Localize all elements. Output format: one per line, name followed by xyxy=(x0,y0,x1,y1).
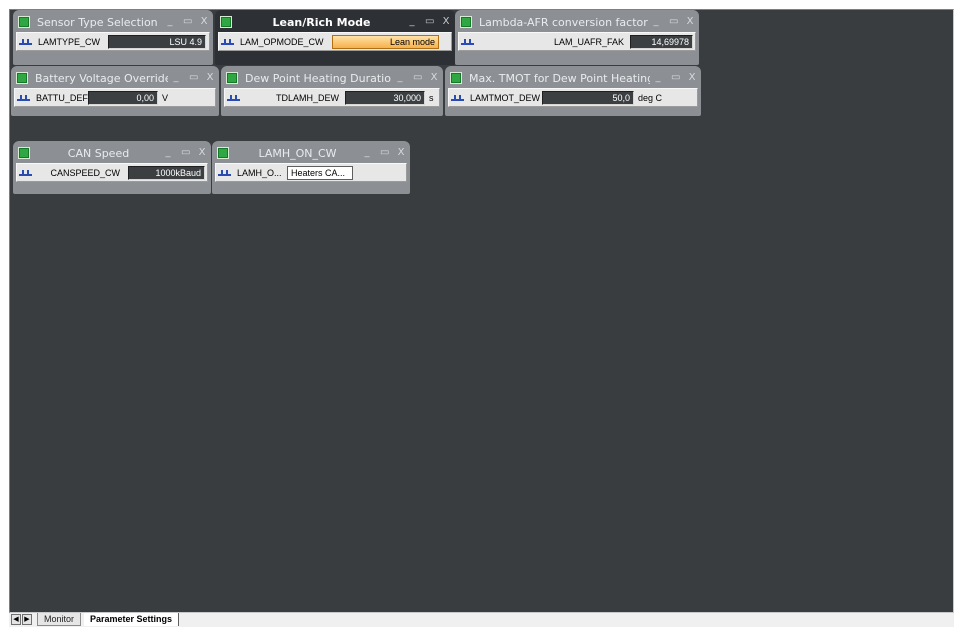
maximize-icon[interactable]: ▭ xyxy=(413,73,422,83)
minimize-icon[interactable]: _ xyxy=(363,148,371,158)
titlebar[interactable]: LAMH_ON_CW _ ▭ X xyxy=(215,143,407,163)
window-icon xyxy=(16,72,28,84)
minimize-icon[interactable]: _ xyxy=(164,148,172,158)
calibration-icon xyxy=(227,94,240,101)
window-icon xyxy=(220,16,232,28)
titlebar[interactable]: Max. TMOT for Dew Point Heating _ ▭ X xyxy=(448,68,698,88)
titlebar[interactable]: CAN Speed _ ▭ X xyxy=(16,143,208,163)
window-icon xyxy=(18,147,30,159)
maximize-icon[interactable]: ▭ xyxy=(425,17,434,27)
maximize-icon[interactable]: ▭ xyxy=(671,73,680,83)
lamh-on-value[interactable]: Heaters CA... xyxy=(287,165,353,180)
tab-monitor[interactable]: Monitor xyxy=(37,613,82,626)
window-icon xyxy=(450,72,462,84)
param-row: TDLAMH_DEW 30,000 s xyxy=(224,88,440,107)
unit-label: deg C xyxy=(638,92,663,103)
unit-label: V xyxy=(162,92,169,103)
titlebar[interactable]: Sensor Type Selection _ ▭ X xyxy=(16,12,210,32)
window-icon xyxy=(226,72,238,84)
calibration-icon xyxy=(461,38,474,45)
param-label: LAMTYPE_CW xyxy=(38,36,101,47)
param-label: LAM_UAFR_FAK xyxy=(553,36,624,47)
calibration-icon xyxy=(218,169,231,176)
maximize-icon[interactable]: ▭ xyxy=(183,17,192,27)
panel-title: Lambda-AFR conversion factor xyxy=(479,15,648,29)
minimize-icon[interactable]: _ xyxy=(654,73,662,83)
tab-parameter-settings[interactable]: Parameter Settings xyxy=(84,613,180,626)
maximize-icon[interactable]: ▭ xyxy=(669,17,678,27)
param-label: BATTU_DEF xyxy=(36,92,88,103)
max-tmot-value[interactable]: 50,0 xyxy=(542,90,634,105)
titlebar[interactable]: Battery Voltage Override _ ▭ X xyxy=(14,68,216,88)
minimize-icon[interactable]: _ xyxy=(652,17,660,27)
panel-lamh-on[interactable]: LAMH_ON_CW _ ▭ X LAMH_O... Heaters CA... xyxy=(212,141,410,194)
unit-label: s xyxy=(429,92,434,103)
maximize-icon[interactable]: ▭ xyxy=(181,148,190,158)
tab-scroll-left-icon[interactable]: ◀ xyxy=(11,614,21,625)
close-icon[interactable]: X xyxy=(686,17,694,27)
param-row: LAM_UAFR_FAK 14,69978 xyxy=(458,32,696,51)
minimize-icon[interactable]: _ xyxy=(166,17,174,27)
calibration-icon xyxy=(221,38,234,45)
close-icon[interactable]: X xyxy=(430,73,438,83)
panel-max-tmot[interactable]: Max. TMOT for Dew Point Heating _ ▭ X LA… xyxy=(445,66,701,116)
dew-point-value[interactable]: 30,000 xyxy=(345,90,425,105)
panel-title: Dew Point Heating Duration xyxy=(245,71,392,85)
param-label: TDLAMH_DEW xyxy=(275,92,339,103)
panel-title: CAN Speed xyxy=(67,146,130,160)
calibration-icon xyxy=(17,94,30,101)
sensor-type-value[interactable]: LSU 4.9 xyxy=(108,34,206,49)
param-row: BATTU_DEF 0,00 V xyxy=(14,88,216,107)
minimize-icon[interactable]: _ xyxy=(172,73,180,83)
calibration-icon xyxy=(451,94,464,101)
close-icon[interactable]: X xyxy=(198,148,206,158)
param-row: LAM_OPMODE_CW Lean mode xyxy=(218,32,452,51)
sheet-tab-bar: ◀ ▶ Monitor Parameter Settings xyxy=(9,613,954,627)
titlebar[interactable]: Lambda-AFR conversion factor _ ▭ X xyxy=(458,12,696,32)
calibration-icon xyxy=(19,169,32,176)
calibration-icon xyxy=(19,38,32,45)
panel-lean-rich[interactable]: Lean/Rich Mode _ ▭ X LAM_OPMODE_CW Lean … xyxy=(215,10,455,65)
close-icon[interactable]: X xyxy=(200,17,208,27)
can-speed-value[interactable]: 1000kBaud xyxy=(128,165,205,180)
workspace: Sensor Type Selection _ ▭ X LAMTYPE_CW L… xyxy=(9,9,954,613)
lambda-afr-value[interactable]: 14,69978 xyxy=(630,34,693,49)
maximize-icon[interactable]: ▭ xyxy=(189,73,198,83)
param-label: LAMTMOT_DEW xyxy=(470,92,541,103)
param-row: LAMTMOT_DEW 50,0 deg C xyxy=(448,88,698,107)
maximize-icon[interactable]: ▭ xyxy=(380,148,389,158)
panel-title: Sensor Type Selection xyxy=(37,15,158,29)
panel-sensor-type[interactable]: Sensor Type Selection _ ▭ X LAMTYPE_CW L… xyxy=(13,10,213,65)
panel-battery-voltage[interactable]: Battery Voltage Override _ ▭ X BATTU_DEF… xyxy=(11,66,219,116)
panel-title: LAMH_ON_CW xyxy=(258,146,337,160)
param-row: LAMTYPE_CW LSU 4.9 xyxy=(16,32,210,51)
param-label: CANSPEED_CW xyxy=(50,167,120,178)
panel-lambda-afr[interactable]: Lambda-AFR conversion factor _ ▭ X LAM_U… xyxy=(455,10,699,65)
param-row: LAMH_O... Heaters CA... xyxy=(215,163,407,182)
minimize-icon[interactable]: _ xyxy=(408,17,416,27)
close-icon[interactable]: X xyxy=(442,17,450,27)
battery-voltage-value[interactable]: 0,00 xyxy=(88,90,158,105)
panel-title: Battery Voltage Override xyxy=(35,71,168,85)
param-label: LAM_OPMODE_CW xyxy=(240,36,324,47)
panel-can-speed[interactable]: CAN Speed _ ▭ X CANSPEED_CW 1000kBaud xyxy=(13,141,211,194)
titlebar[interactable]: Dew Point Heating Duration _ ▭ X xyxy=(224,68,440,88)
close-icon[interactable]: X xyxy=(206,73,214,83)
minimize-icon[interactable]: _ xyxy=(396,73,404,83)
close-icon[interactable]: X xyxy=(397,148,405,158)
panel-dew-point[interactable]: Dew Point Heating Duration _ ▭ X TDLAMH_… xyxy=(221,66,443,116)
param-label: LAMH_O... xyxy=(237,167,282,178)
window-icon xyxy=(217,147,229,159)
window-icon xyxy=(460,16,472,28)
tab-scroll-right-icon[interactable]: ▶ xyxy=(22,614,32,625)
titlebar[interactable]: Lean/Rich Mode _ ▭ X xyxy=(218,12,452,32)
panel-title: Lean/Rich Mode xyxy=(272,15,371,29)
param-row: CANSPEED_CW 1000kBaud xyxy=(16,163,208,182)
close-icon[interactable]: X xyxy=(688,73,696,83)
window-icon xyxy=(18,16,30,28)
lean-rich-value[interactable]: Lean mode xyxy=(332,34,439,49)
panel-title: Max. TMOT for Dew Point Heating xyxy=(469,71,650,85)
